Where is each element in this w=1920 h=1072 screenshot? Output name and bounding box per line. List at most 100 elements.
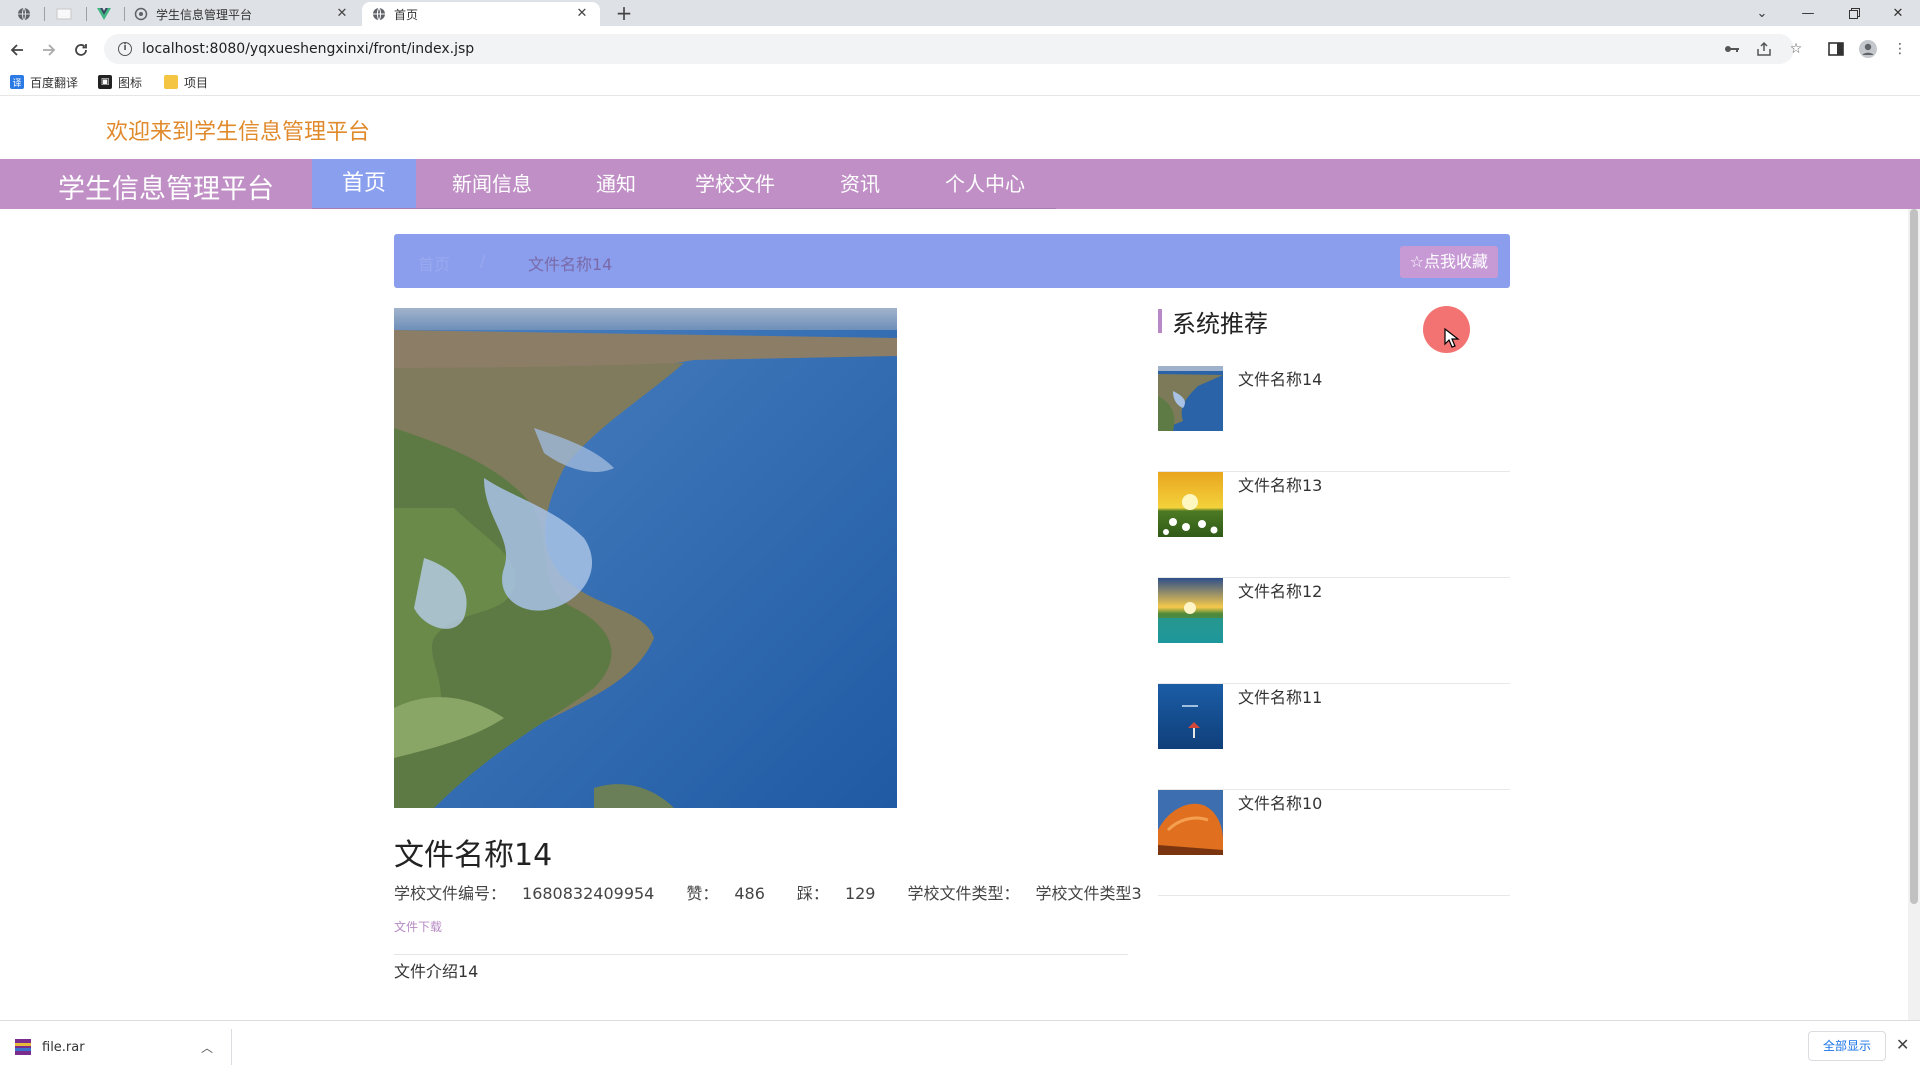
thumbnail-coastline[interactable]: [1158, 366, 1223, 431]
main-navbar: 学生信息管理平台 首页 新闻信息 通知 学校文件 资讯 个人中心: [0, 159, 1920, 209]
breadcrumb-current: 文件名称14: [528, 255, 613, 274]
reload-icon[interactable]: [68, 37, 94, 63]
share-icon[interactable]: [1754, 39, 1774, 59]
tab-title: 首页: [394, 7, 419, 22]
nav-home[interactable]: 首页: [312, 159, 416, 209]
download-file-name: file.rar: [42, 1039, 85, 1055]
bookmark-label: 百度翻译: [30, 75, 79, 90]
document-main-image: [394, 308, 897, 808]
bookmark-star-icon[interactable]: ☆: [1786, 39, 1806, 59]
site-brand[interactable]: 学生信息管理平台: [58, 167, 274, 206]
bookmark-label: 图标: [118, 75, 143, 90]
mouse-pointer-icon: [1444, 327, 1460, 348]
globe-icon: [18, 7, 30, 21]
browser-tab-strip: 学生信息管理平台 ✕ 首页 ✕ + ⌄ — ✕: [0, 0, 1920, 26]
pinned-tab-vue[interactable]: [88, 2, 120, 26]
recommend-item[interactable]: 文件名称14: [1158, 366, 1510, 472]
site-info-icon[interactable]: i: [118, 42, 132, 56]
tab-separator: [86, 7, 87, 21]
meta-label: 踩：: [796, 884, 829, 903]
content-divider: [394, 954, 1128, 955]
tab-title: 学生信息管理平台: [156, 7, 253, 22]
bookmark-project-folder[interactable]: 项目: [164, 72, 208, 92]
thumbnail-orange-rock[interactable]: [1158, 790, 1223, 855]
meta-label: 赞：: [686, 884, 719, 903]
recommend-title: 系统推荐: [1172, 309, 1268, 338]
kebab-menu-icon[interactable]: ⋮: [1890, 39, 1910, 59]
recommend-item-name[interactable]: 文件名称13: [1238, 472, 1322, 496]
tab-search-chevron-icon[interactable]: ⌄: [1740, 0, 1784, 26]
scrollbar-thumb[interactable]: [1910, 209, 1918, 904]
blank-page-icon: [56, 8, 72, 20]
nav-school-files[interactable]: 学校文件: [664, 159, 806, 209]
favorite-button[interactable]: ☆点我收藏: [1399, 246, 1498, 278]
translate-icon: 译: [10, 75, 24, 89]
recommend-item-name[interactable]: 文件名称12: [1238, 578, 1322, 602]
meta-value: 129: [844, 884, 876, 903]
recommend-item[interactable]: 文件名称11: [1158, 684, 1510, 790]
star-icon: ☆: [1409, 252, 1424, 271]
download-link[interactable]: 文件下载: [394, 918, 442, 935]
download-item[interactable]: file.rar ︿: [8, 1029, 232, 1065]
close-shelf-icon[interactable]: ✕: [1896, 1035, 1909, 1054]
close-tab-icon[interactable]: ✕: [574, 6, 590, 22]
settings-globe-icon: [134, 7, 148, 21]
rar-archive-icon: [15, 1039, 31, 1055]
thumbnail-sea-umbrella[interactable]: [1158, 684, 1223, 749]
recommend-item[interactable]: 文件名称13: [1158, 472, 1510, 578]
restore-icon[interactable]: [1832, 0, 1876, 26]
breadcrumb-separator: /: [480, 251, 486, 270]
close-window-icon[interactable]: ✕: [1876, 0, 1920, 26]
chevron-up-icon[interactable]: ︿: [197, 1039, 217, 1056]
document-title: 文件名称14: [394, 838, 553, 873]
back-arrow-icon[interactable]: [4, 37, 30, 63]
page-scrollbar[interactable]: [1908, 209, 1920, 1020]
recommend-item[interactable]: 文件名称10: [1158, 790, 1510, 896]
document-description: 文件介绍14: [394, 962, 479, 981]
key-icon[interactable]: [1722, 39, 1742, 59]
nav-news[interactable]: 新闻信息: [416, 159, 568, 209]
breadcrumb-home[interactable]: 首页: [418, 251, 450, 275]
meta-label: 学校文件编号：: [394, 884, 507, 903]
show-all-downloads-button[interactable]: 全部显示: [1808, 1031, 1886, 1061]
bookmarks-bar: 译 百度翻译 ▣ 图标 项目: [0, 68, 1920, 96]
meta-likes: 赞： 486: [686, 884, 781, 903]
globe-icon: [372, 7, 386, 21]
meta-type: 学校文件类型： 学校文件类型3: [907, 884, 1157, 903]
profile-avatar-icon[interactable]: [1858, 39, 1878, 59]
nav-personal-center[interactable]: 个人中心: [914, 159, 1056, 209]
side-panel-icon[interactable]: [1826, 39, 1846, 59]
pinned-tab-blank[interactable]: [48, 2, 80, 26]
forward-arrow-icon[interactable]: [36, 37, 62, 63]
download-shelf: file.rar ︿ 全部显示 ✕: [0, 1020, 1920, 1072]
browser-toolbar: i localhost:8080/yqxueshengxinxi/front/i…: [0, 26, 1920, 72]
vue-logo-icon: [97, 8, 111, 20]
nav-information[interactable]: 资讯: [806, 159, 914, 209]
bookmark-label: 项目: [184, 75, 209, 90]
meta-number: 学校文件编号： 1680832409954: [394, 884, 670, 903]
minimize-icon[interactable]: —: [1786, 0, 1830, 26]
recommend-item[interactable]: 文件名称12: [1158, 578, 1510, 684]
pinned-tab-globe[interactable]: [8, 2, 40, 26]
favorite-button-label: 点我收藏: [1423, 252, 1488, 271]
bookmark-baidu-translate[interactable]: 译 百度翻译: [10, 72, 78, 92]
recommend-heading: 系统推荐: [1158, 306, 1268, 338]
address-bar[interactable]: i localhost:8080/yqxueshengxinxi/front/i…: [104, 34, 1794, 64]
tab-student-platform[interactable]: 学生信息管理平台 ✕: [124, 2, 360, 26]
folder-icon: [164, 75, 178, 89]
new-tab-button[interactable]: +: [612, 2, 636, 26]
close-tab-icon[interactable]: ✕: [334, 6, 350, 22]
thumbnail-flowers-sunset[interactable]: [1158, 472, 1223, 537]
nav-notice[interactable]: 通知: [568, 159, 664, 209]
recommend-item-name[interactable]: 文件名称10: [1238, 790, 1322, 814]
recommend-item-name[interactable]: 文件名称11: [1238, 684, 1322, 708]
breadcrumb: 首页 / 文件名称14 ☆点我收藏: [394, 234, 1510, 288]
meta-value: 486: [734, 884, 765, 903]
bookmark-icons[interactable]: ▣ 图标: [98, 72, 142, 92]
thumbnail-sunset-lake[interactable]: [1158, 578, 1223, 643]
tab-home[interactable]: 首页 ✕: [362, 2, 600, 26]
document-meta: 学校文件编号： 1680832409954 赞： 486 踩： 129 学校文件类型： 学校文…: [394, 880, 1174, 904]
image-icon: ▣: [98, 75, 112, 89]
welcome-banner: 欢迎来到学生信息管理平台: [106, 120, 371, 145]
recommend-item-name[interactable]: 文件名称14: [1238, 366, 1322, 390]
